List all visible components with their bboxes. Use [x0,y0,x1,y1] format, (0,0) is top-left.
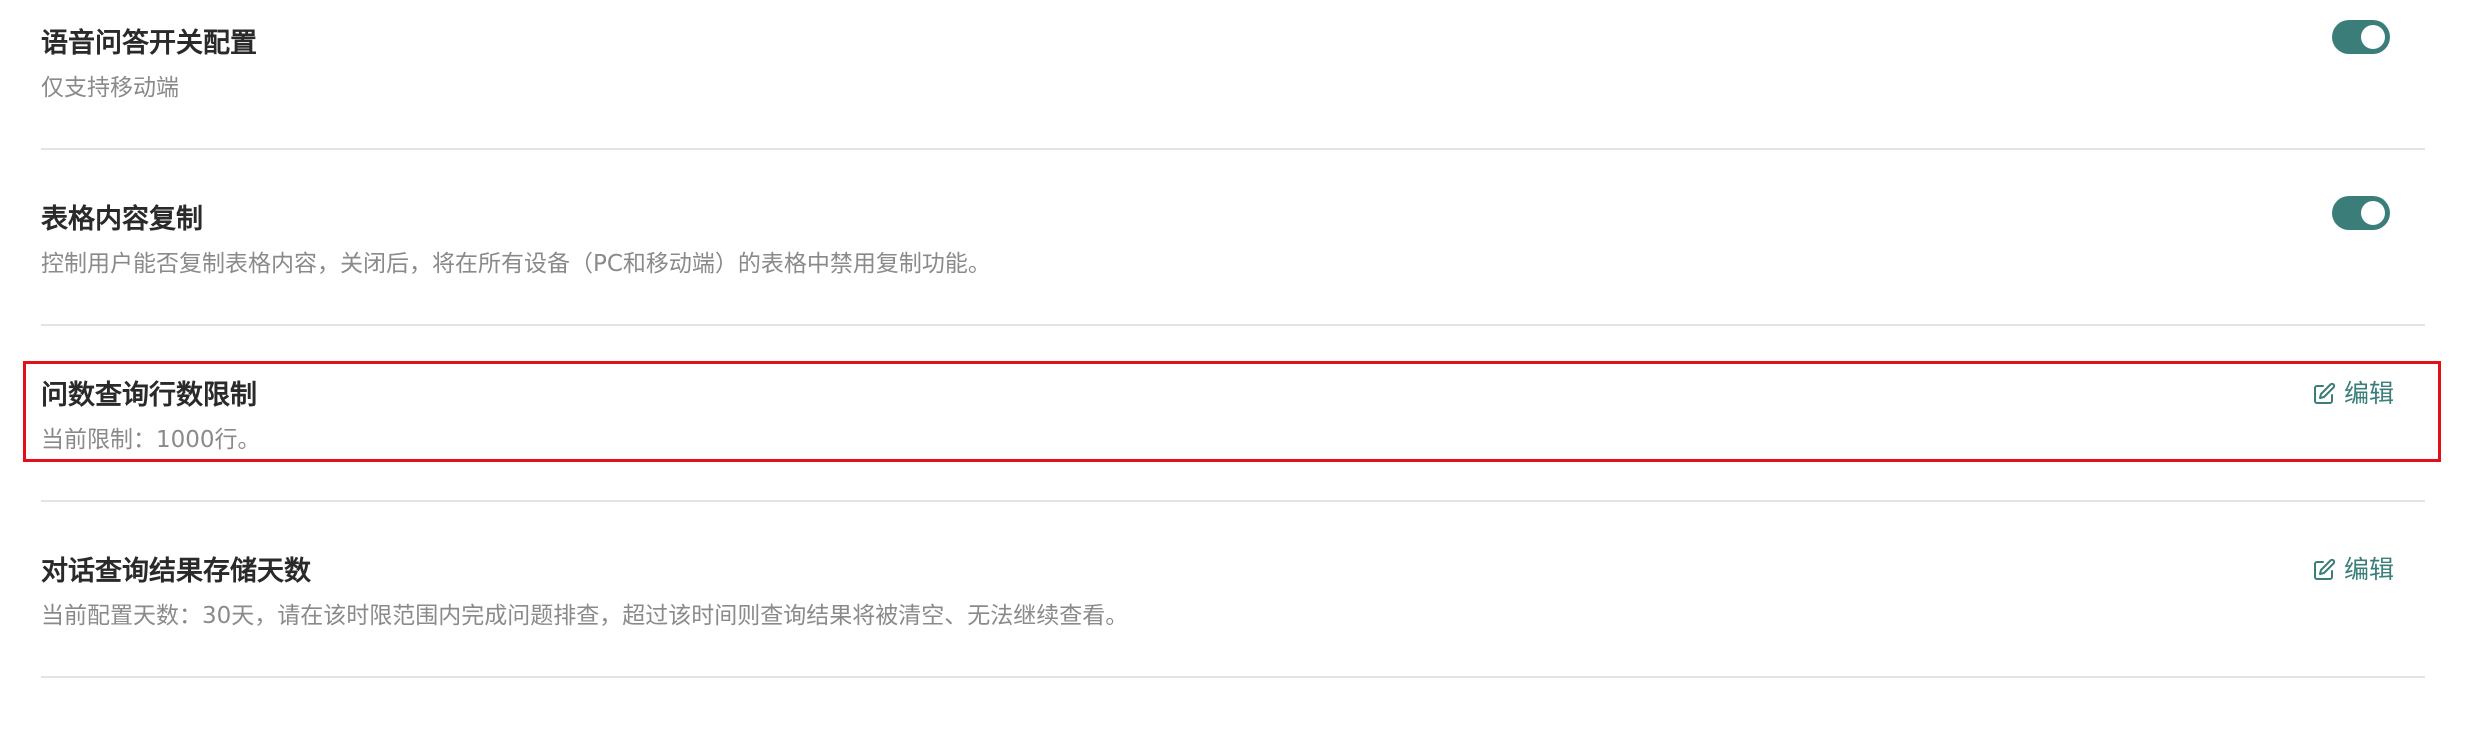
divider [41,148,2425,150]
toggle-knob [2361,25,2385,49]
edit-label: 编辑 [2343,555,2394,584]
voice-qa-toggle[interactable] [2332,20,2390,54]
edit-icon [2312,558,2336,582]
setting-description: 当前限制：1000行。 [41,427,261,453]
setting-title: 问数查询行数限制 [41,380,257,411]
setting-title: 表格内容复制 [41,204,203,235]
table-copy-toggle[interactable] [2332,196,2390,230]
settings-list: 语音问答开关配置 仅支持移动端 表格内容复制 控制用户能否复制表格内容，关闭后，… [0,0,2470,744]
setting-description: 当前配置天数：30天，请在该时限范围内完成问题排查，超过该时间则查询结果将被清空… [41,603,1129,629]
divider [41,500,2425,502]
divider [41,676,2425,678]
edit-icon [2312,382,2336,406]
edit-label: 编辑 [2343,379,2394,408]
setting-description: 控制用户能否复制表格内容，关闭后，将在所有设备（PC和移动端）的表格中禁用复制功… [41,251,991,277]
setting-title: 语音问答开关配置 [41,28,257,59]
edit-row-limit-button[interactable]: 编辑 [2312,378,2394,410]
setting-description: 仅支持移动端 [41,75,179,101]
toggle-knob [2361,201,2385,225]
setting-title: 对话查询结果存储天数 [41,556,311,587]
edit-storage-days-button[interactable]: 编辑 [2312,554,2394,586]
divider [41,324,2425,326]
